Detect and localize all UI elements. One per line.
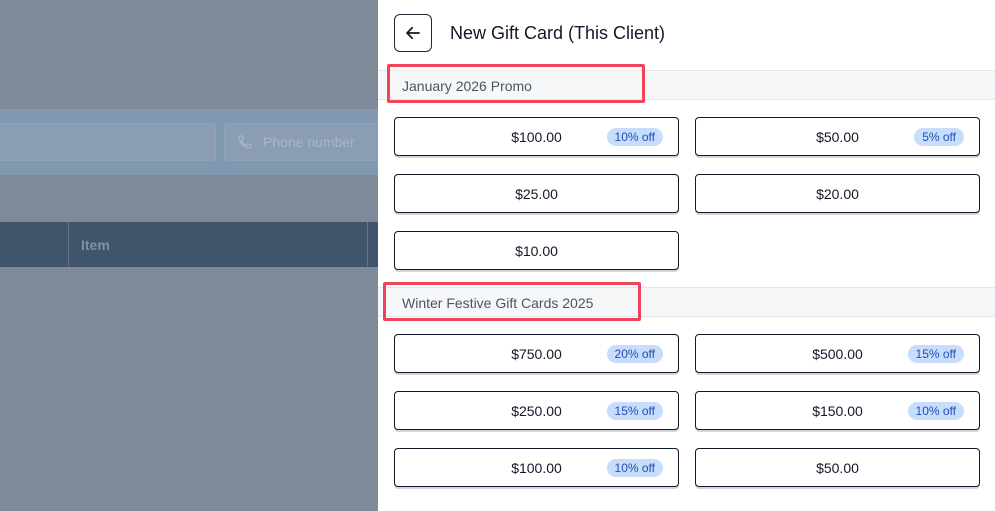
phone-placeholder: Phone number <box>263 134 355 150</box>
gift-card-button[interactable]: $100.00 10% off <box>394 117 679 156</box>
back-button[interactable] <box>394 14 432 52</box>
column-divider <box>68 222 69 267</box>
gift-card-amount: $20.00 <box>816 186 859 202</box>
gift-card-button[interactable]: $150.00 10% off <box>695 391 980 430</box>
phone-icon <box>238 135 252 149</box>
gift-card-button[interactable]: $500.00 15% off <box>695 334 980 373</box>
drawer-title: New Gift Card (This Client) <box>450 22 666 43</box>
gift-card-button[interactable]: $20.00 <box>695 174 980 213</box>
gift-card-amount: $25.00 <box>515 186 558 202</box>
discount-badge: 10% off <box>606 128 663 146</box>
discount-badge: 5% off <box>914 128 964 146</box>
search-field <box>0 123 216 161</box>
gift-card-button[interactable]: $250.00 15% off <box>394 391 679 430</box>
column-header-item: Item <box>81 237 110 253</box>
discount-badge: 20% off <box>606 345 663 363</box>
gift-card-button[interactable]: $750.00 20% off <box>394 334 679 373</box>
gift-card-drawer: New Gift Card (This Client) January 2026… <box>378 0 995 511</box>
gift-card-button[interactable]: $25.00 <box>394 174 679 213</box>
highlight-box <box>383 282 641 321</box>
arrow-left-icon <box>406 26 420 40</box>
drawer-header: New Gift Card (This Client) <box>394 14 665 52</box>
discount-badge: 15% off <box>907 345 964 363</box>
gift-card-amount: $50.00 <box>816 460 859 476</box>
gift-card-button[interactable]: $50.00 <box>695 448 980 487</box>
gift-card-amount: $10.00 <box>515 243 558 259</box>
gift-card-button[interactable]: $50.00 5% off <box>695 117 980 156</box>
discount-badge: 15% off <box>606 402 663 420</box>
column-divider <box>367 222 368 267</box>
highlight-box <box>387 64 645 103</box>
background-page: Phone number Item <box>0 0 378 511</box>
gift-card-button[interactable]: $10.00 <box>394 231 679 270</box>
gift-card-button[interactable]: $100.00 10% off <box>394 448 679 487</box>
phone-field: Phone number <box>224 123 378 161</box>
discount-badge: 10% off <box>907 402 964 420</box>
table-header <box>0 222 378 267</box>
discount-badge: 10% off <box>606 459 663 477</box>
